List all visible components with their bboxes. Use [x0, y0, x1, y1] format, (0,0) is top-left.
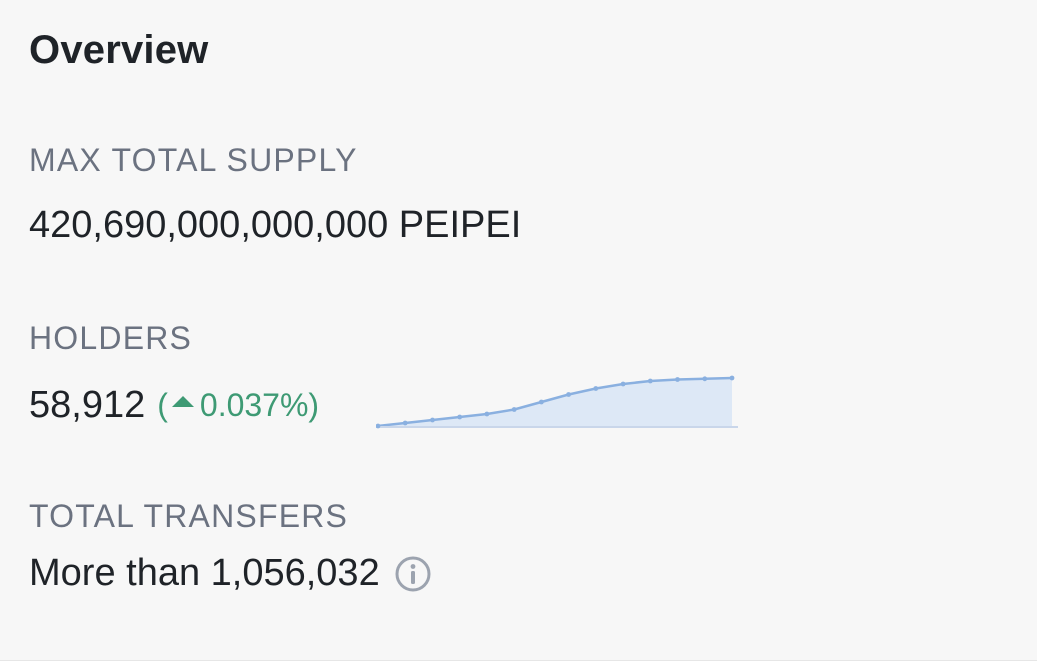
sparkline-point — [457, 414, 463, 420]
sparkline-point — [620, 381, 626, 387]
total-transfers-label: TOTAL TRANSFERS — [29, 498, 349, 534]
sparkline-point — [729, 375, 735, 381]
sparkline-point — [593, 386, 599, 391]
sparkline-point — [430, 417, 435, 423]
sparkline-point — [511, 407, 517, 412]
holders-change-open: ( — [157, 386, 168, 423]
holders-label: HOLDERS — [29, 320, 193, 356]
total-transfers-row: More than 1,056,032 — [29, 552, 432, 595]
max-total-supply-label: MAX TOTAL SUPPLY — [29, 142, 358, 178]
sparkline-point — [402, 420, 408, 426]
holders-change: ( 0.037%) — [157, 387, 319, 424]
total-transfers-value: More than 1,056,032 — [29, 552, 380, 594]
holders-count: 58,912 — [29, 383, 146, 426]
overview-card: Overview MAX TOTAL SUPPLY 420,690,000,00… — [0, 0, 1037, 661]
overview-title: Overview — [29, 28, 209, 72]
holders-row: 58,912 ( 0.037%) — [29, 380, 319, 430]
sparkline-point — [566, 392, 571, 397]
caret-up-icon — [171, 395, 194, 407]
max-total-supply-value: 420,690,000,000,000 PEIPEI — [29, 204, 522, 246]
sparkline-point — [702, 376, 708, 382]
sparkline-point — [675, 377, 680, 382]
holders-change-value: 0.037%) — [199, 386, 320, 423]
info-circle-icon[interactable] — [394, 555, 432, 593]
sparkline-point — [647, 378, 653, 384]
sparkline-point — [539, 399, 544, 405]
sparkline-point — [484, 411, 490, 417]
holders-sparkline[interactable] — [376, 372, 738, 432]
